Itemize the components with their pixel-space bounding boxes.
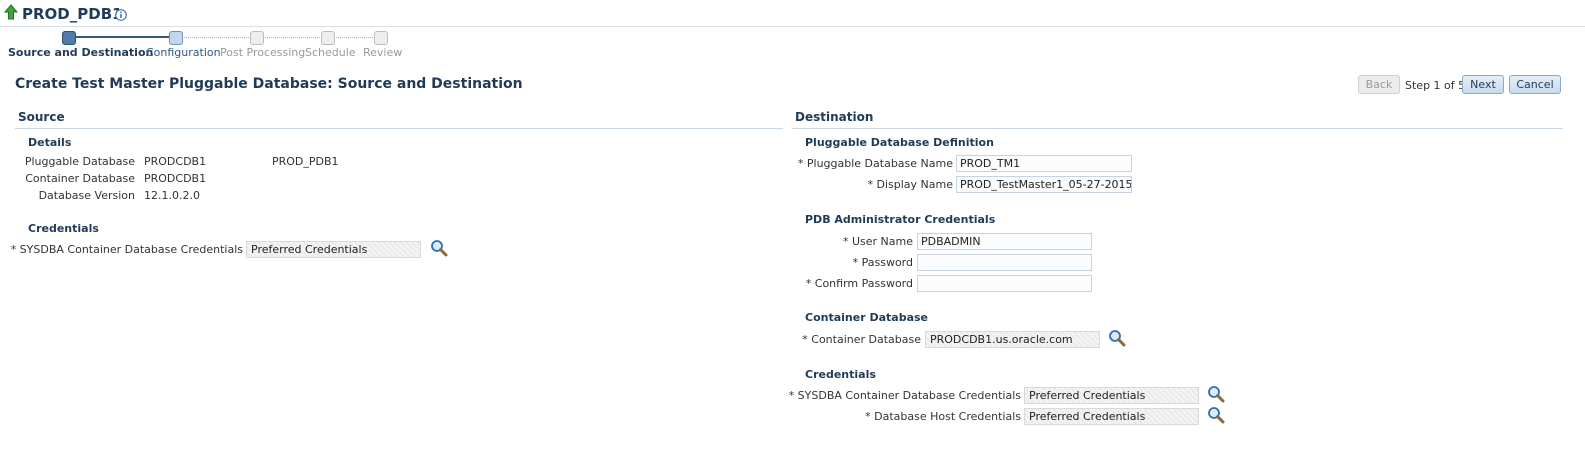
search-icon[interactable]: [1207, 385, 1225, 403]
destination-sysdba-field[interactable]: Preferred Credentials: [1024, 387, 1199, 404]
destination-heading: Destination: [795, 110, 874, 124]
details-heading: Details: [28, 136, 72, 149]
cancel-button[interactable]: Cancel: [1509, 75, 1561, 94]
train-stop-configuration[interactable]: [169, 31, 183, 45]
password-input[interactable]: [917, 254, 1092, 271]
train-connector: [74, 36, 170, 38]
destination-divider: [792, 128, 1563, 129]
page-title: PROD_PDB1: [22, 5, 123, 23]
source-cdb-label: Container Database: [25, 172, 135, 185]
user-name-input[interactable]: [917, 233, 1092, 250]
train-stop-schedule: [321, 31, 335, 45]
train-stop-source-destination: [62, 31, 76, 45]
container-database-label: * Container Database: [802, 333, 921, 346]
train-label-configuration[interactable]: Configuration: [146, 46, 221, 59]
up-arrow-icon[interactable]: [4, 4, 18, 20]
source-sysdba-label: * SYSDBA Container Database Credentials: [10, 243, 243, 256]
source-version-label: Database Version: [38, 189, 135, 202]
back-button[interactable]: Back: [1358, 75, 1400, 94]
source-pdb-name-value: PROD_PDB1: [272, 155, 339, 168]
display-name-input[interactable]: [956, 176, 1132, 193]
train-connector: [262, 37, 320, 38]
train-label-post-processing: Post Processing: [220, 46, 306, 59]
host-credentials-field[interactable]: Preferred Credentials: [1024, 408, 1199, 425]
train-label-source-destination: Source and Destination: [8, 46, 154, 59]
train-label-schedule: Schedule: [305, 46, 356, 59]
source-pdb-value: PRODCDB1: [144, 155, 207, 168]
source-sysdba-field[interactable]: Preferred Credentials: [246, 241, 421, 258]
source-divider: [15, 128, 783, 129]
pdb-definition-heading: Pluggable Database Definition: [805, 136, 994, 149]
pdb-admin-heading: PDB Administrator Credentials: [805, 213, 996, 226]
container-database-field[interactable]: PRODCDB1.us.oracle.com: [925, 331, 1100, 348]
pdb-name-label: * Pluggable Database Name: [797, 157, 953, 170]
info-icon[interactable]: [115, 9, 127, 21]
source-heading: Source: [18, 110, 65, 124]
wizard-title: Create Test Master Pluggable Database: S…: [15, 76, 523, 92]
confirm-password-input[interactable]: [917, 275, 1092, 292]
user-name-label: * User Name: [842, 235, 913, 248]
train-connector: [181, 37, 249, 38]
host-credentials-label: * Database Host Credentials: [865, 410, 1021, 423]
train-label-review: Review: [363, 46, 403, 59]
display-name-label: * Display Name: [867, 178, 954, 191]
page-header: PROD_PDB1: [0, 0, 1585, 27]
source-version-value: 12.1.0.2.0: [144, 189, 200, 202]
train-stop-review: [374, 31, 388, 45]
destination-sysdba-label: * SYSDBA Container Database Credentials: [788, 389, 1021, 402]
pdb-name-input[interactable]: [956, 155, 1132, 172]
next-button[interactable]: Next: [1462, 75, 1504, 94]
train-stop-post-processing: [250, 31, 264, 45]
search-icon[interactable]: [1108, 329, 1126, 347]
search-icon[interactable]: [1207, 406, 1225, 424]
search-icon[interactable]: [430, 239, 448, 257]
source-credentials-heading: Credentials: [28, 222, 99, 235]
destination-credentials-heading: Credentials: [805, 368, 876, 381]
password-label: * Password: [852, 256, 913, 269]
container-database-heading: Container Database: [805, 311, 928, 324]
source-pdb-label: Pluggable Database: [24, 155, 135, 168]
source-cdb-value: PRODCDB1: [144, 172, 207, 185]
confirm-password-label: * Confirm Password: [805, 277, 913, 290]
wizard-train: Source and Destination Configuration Pos…: [0, 30, 420, 66]
train-connector: [333, 37, 373, 38]
step-indicator: Step 1 of 5: [1405, 79, 1466, 92]
